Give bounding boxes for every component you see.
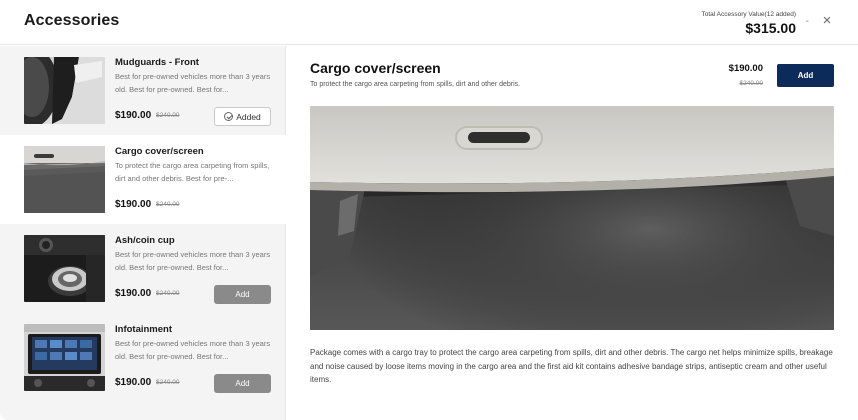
- check-circle-icon: [224, 112, 234, 121]
- cargo-cover-hero-image: [310, 106, 834, 330]
- item-description: Best for pre-owned vehicles more than 3 …: [115, 339, 271, 361]
- total-accessory-label: Total Accessory Value(12 added): [701, 11, 796, 18]
- detail-description: Package comes with a cargo tray to prote…: [310, 348, 833, 384]
- item-old-price: $240.00: [156, 290, 180, 297]
- item-name: Infotainment: [115, 324, 172, 335]
- detail-subtitle: To protect the cargo area carpeting from…: [310, 81, 521, 88]
- item-price: $190.00: [115, 199, 152, 210]
- item-description: Best for pre-owned vehicles more than 3 …: [115, 72, 271, 94]
- item-old-price: $240.00: [156, 379, 180, 386]
- accessory-item-ash-coin-cup[interactable]: Ash/coin cup Best for pre-owned vehicles…: [0, 224, 286, 313]
- accessories-panel: Accessories Total Accessory Value(12 add…: [0, 0, 858, 420]
- item-name: Cargo cover/screen: [115, 146, 204, 157]
- infotainment-thumbnail: [24, 324, 105, 391]
- detail-old-price: $240.00: [739, 80, 764, 87]
- item-description: To protect the cargo area carpeting from…: [115, 161, 270, 183]
- accessory-item-mudguards[interactable]: Mudguards - Front Best for pre-owned veh…: [0, 46, 286, 135]
- item-name: Ash/coin cup: [115, 235, 175, 246]
- item-name: Mudguards - Front: [115, 57, 199, 68]
- accessory-item-infotainment[interactable]: Infotainment Best for pre-owned vehicles…: [0, 313, 286, 402]
- item-description: Best for pre-owned vehicles more than 3 …: [115, 250, 271, 272]
- close-icon[interactable]: ×: [820, 13, 834, 29]
- total-accessory-value: $315.00: [745, 20, 796, 36]
- panel-header: Accessories Total Accessory Value(12 add…: [0, 0, 858, 45]
- add-to-package-button[interactable]: Add: [777, 64, 834, 87]
- item-old-price: $240.00: [156, 201, 180, 208]
- added-button-label: Added: [236, 111, 261, 122]
- add-button[interactable]: Add: [214, 285, 271, 304]
- added-button[interactable]: Added: [214, 107, 271, 126]
- page-title: Accessories: [24, 12, 120, 29]
- item-price: $190.00: [115, 110, 152, 121]
- accessory-item-cargo-cover[interactable]: Cargo cover/screen To protect the cargo …: [0, 135, 286, 224]
- item-price: $190.00: [115, 377, 152, 388]
- collapse-button[interactable]: -: [806, 16, 809, 27]
- detail-title: Cargo cover/screen: [310, 60, 441, 76]
- add-button[interactable]: Add: [214, 374, 271, 393]
- mudguards-thumbnail: [24, 57, 105, 124]
- item-price: $190.00: [115, 288, 152, 299]
- ash-coin-cup-thumbnail: [24, 235, 105, 302]
- accessory-list: Mudguards - Front Best for pre-owned veh…: [0, 46, 286, 420]
- cargo-cover-thumbnail: [24, 146, 105, 213]
- item-old-price: $240.00: [156, 112, 180, 119]
- detail-price: $190.00: [728, 63, 763, 74]
